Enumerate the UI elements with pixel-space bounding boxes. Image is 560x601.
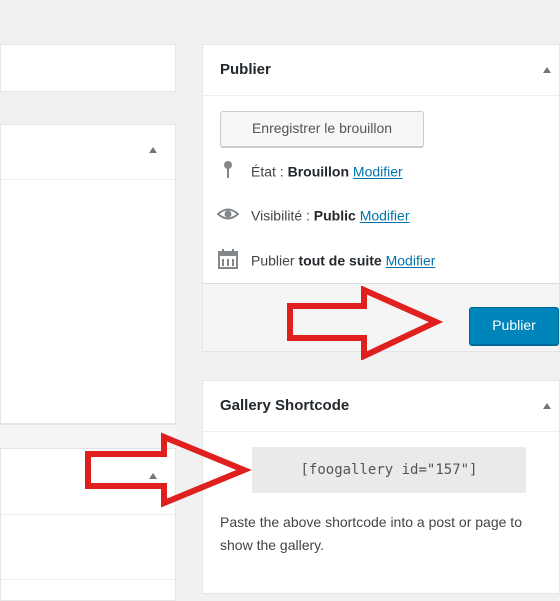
shortcode-help-text: Paste the above shortcode into a post or… xyxy=(220,514,522,553)
visibility-edit-link[interactable]: Modifier xyxy=(360,208,410,224)
schedule-value: tout de suite xyxy=(298,252,382,269)
left-metabox-2-divider xyxy=(1,579,175,580)
publish-box-header[interactable]: Publier xyxy=(203,45,559,96)
red-arrow-icon xyxy=(287,286,444,360)
save-draft-button[interactable]: Enregistrer le brouillon xyxy=(220,111,424,147)
visibility-row: Visibilité : Public Modifier xyxy=(216,203,410,225)
schedule-label: Publier xyxy=(251,252,295,269)
left-metabox-1 xyxy=(0,124,176,424)
gallery-shortcode-box: Gallery Shortcode [foogallery id="157"] … xyxy=(202,380,560,594)
shortcode-code[interactable]: [foogallery id="157"] xyxy=(252,447,526,493)
publish-box-title: Publier xyxy=(220,61,271,78)
visibility-value: Public xyxy=(313,207,356,224)
toggle-arrow-icon[interactable] xyxy=(543,67,551,73)
status-label: État : xyxy=(251,163,284,180)
red-arrow-icon xyxy=(85,432,252,508)
pin-icon xyxy=(217,159,239,187)
publish-button[interactable]: Publier xyxy=(469,307,559,345)
gallery-shortcode-title: Gallery Shortcode xyxy=(220,397,350,414)
calendar-icon xyxy=(217,248,239,276)
status-value: Brouillon xyxy=(287,163,350,180)
toggle-arrow-icon[interactable] xyxy=(149,147,157,153)
gallery-shortcode-header[interactable]: Gallery Shortcode xyxy=(203,381,559,432)
eye-icon xyxy=(216,203,240,231)
left-metabox-1-header[interactable] xyxy=(1,125,175,180)
visibility-label: Visibilité : xyxy=(251,207,310,224)
title-input-area[interactable] xyxy=(0,44,176,92)
schedule-row: Publier tout de suite Modifier xyxy=(217,248,435,270)
status-edit-link[interactable]: Modifier xyxy=(353,164,403,180)
toggle-arrow-icon[interactable] xyxy=(543,403,551,409)
schedule-edit-link[interactable]: Modifier xyxy=(386,253,436,269)
status-row: État : Brouillon Modifier xyxy=(217,159,403,181)
